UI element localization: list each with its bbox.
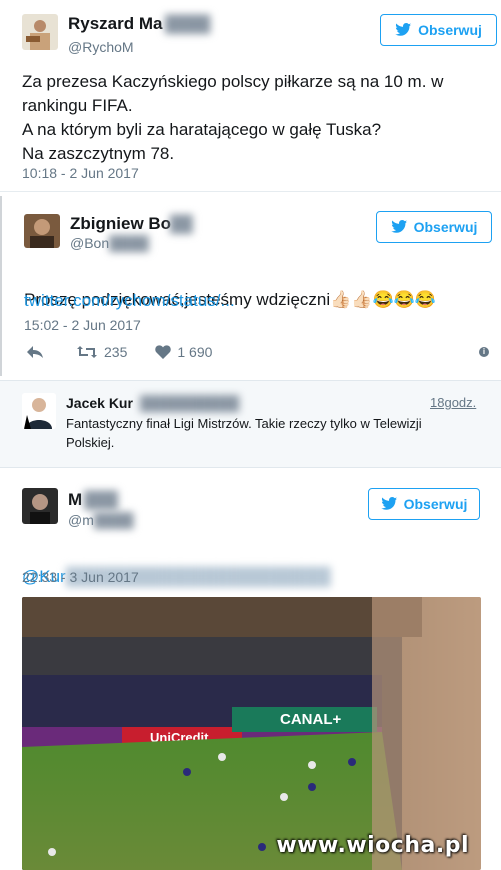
redacted-name: ██████████ [140, 395, 240, 411]
follow-button[interactable]: Obserwuj [380, 14, 497, 46]
redacted-name: ███ [84, 492, 119, 509]
emoji-row: 👍🏻👍🏻😂😂😂 [330, 290, 436, 309]
follow-label: Obserwuj [418, 22, 482, 38]
retweet-icon [77, 346, 97, 358]
sponsor-canal: CANAL+ [280, 711, 341, 728]
twitter-bird-icon [395, 23, 412, 36]
tweet-timestamp[interactable]: 10:18 - 2 Jun 2017 [22, 165, 139, 181]
twitter-bird-icon [390, 220, 407, 233]
twitter-bird-icon [380, 497, 397, 510]
user-handle[interactable]: @RychoM [68, 39, 134, 55]
info-icon[interactable]: i [479, 347, 489, 357]
tweet-card-2: Zbigniew Bo ██ @Bon████ Obserwuj Proszę … [0, 196, 501, 376]
tweet-photo[interactable]: UniCredit CANAL+ www.wiocha.pl [22, 597, 481, 870]
tweet-card-3: Jacek Kur ██████████ 18godz. Fantastyczn… [0, 380, 501, 468]
display-name[interactable]: Ryszard Ma [68, 14, 162, 34]
avatar[interactable] [24, 214, 60, 248]
follow-label: Obserwuj [413, 219, 478, 235]
tweet-timestamp[interactable]: 22:33 - 3 Jun 2017 [22, 569, 139, 585]
retweet-button[interactable]: 235 [76, 344, 127, 360]
follow-label: Obserwuj [403, 496, 468, 512]
user-handle[interactable]: @Bon████ [70, 235, 149, 251]
retweet-count: 235 [104, 344, 128, 360]
redacted-name: ████ [165, 16, 211, 33]
reply-icon[interactable] [26, 345, 44, 359]
like-button[interactable]: 1 690 [155, 344, 212, 360]
time-ago[interactable]: 18godz. [430, 395, 476, 410]
heart-icon [155, 345, 172, 359]
tweet-timestamp[interactable]: 15:02 - 2 Jun 2017 [24, 317, 141, 333]
tweet-text: Za prezesa Kaczyńskiego polscy piłkarze … [22, 72, 444, 163]
tweet-card-4: M ███ @m████ Obserwuj @Kur██████████████… [0, 470, 501, 870]
display-name[interactable]: Zbigniew Bo [70, 214, 171, 234]
user-handle[interactable]: @m████ [68, 512, 134, 528]
watermark: www.wiocha.pl [276, 833, 469, 858]
display-name[interactable]: Jacek Kur [66, 395, 133, 411]
avatar[interactable] [22, 393, 56, 429]
tweet-card-1: Ryszard Ma ████ @RychoM Obserwuj Za prez… [0, 0, 501, 192]
avatar[interactable] [22, 14, 58, 50]
display-name[interactable]: M [68, 490, 82, 510]
like-count: 1 690 [177, 344, 213, 360]
quoted-tweet-link[interactable]: twitter.com/rychom/status/... [24, 289, 235, 313]
tweet-actions: 235 1 690 [26, 344, 212, 360]
follow-button[interactable]: Obserwuj [376, 211, 492, 243]
tweet-text: Fantastyczny finał Ligi Mistrzów. Takie … [66, 416, 422, 450]
redacted-name: ██ [170, 216, 193, 233]
avatar[interactable] [22, 488, 58, 524]
follow-button[interactable]: Obserwuj [368, 488, 480, 520]
